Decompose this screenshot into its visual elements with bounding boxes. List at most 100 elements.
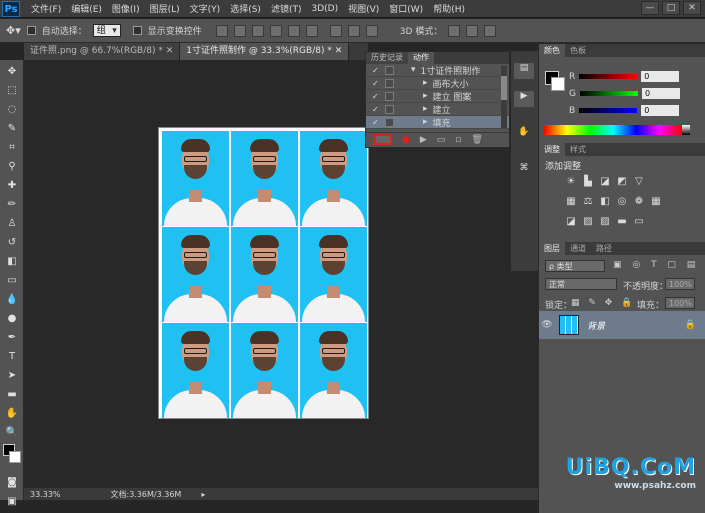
menu-layer[interactable]: 图层(L) [145,2,185,15]
new-set-icon[interactable]: ▭ [437,135,446,145]
pen-tool-icon[interactable]: ✒ [2,329,22,345]
channel-mixer-icon[interactable]: ❁ [633,196,645,208]
path-select-icon[interactable]: ➤ [2,367,22,383]
dialog-toggle[interactable] [385,65,394,75]
align-right-icon[interactable] [305,24,318,37]
expand-icon[interactable]: ▾ [411,65,416,75]
expand-icon[interactable]: ▸ [423,91,428,101]
fill-input[interactable]: 100% [665,297,695,309]
layer-kind-filter[interactable]: ρ 类型 [545,260,605,272]
dialog-toggle[interactable] [385,91,394,101]
align-bottom-icon[interactable] [251,24,264,37]
distribute-icon[interactable] [329,24,342,37]
menu-image[interactable]: 图像(I) [107,2,145,15]
eye-icon[interactable]: 👁 [539,320,555,330]
tab-paths[interactable]: 路径 [591,242,617,255]
lasso-tool-icon[interactable]: ◌ [2,101,22,117]
expand-icon[interactable]: ▸ [423,78,428,88]
gradient-icon[interactable]: ▭ [2,272,22,288]
distribute-3-icon[interactable] [365,24,378,37]
selective-color-icon[interactable]: ▬ [616,216,628,228]
status-arrow-icon[interactable]: ▸ [201,490,205,499]
b-slider[interactable] [579,108,638,113]
marquee-tool-icon[interactable]: ⬚ [2,82,22,98]
3d-rotate-icon[interactable] [448,24,461,37]
align-middle-icon[interactable] [233,24,246,37]
tab-history[interactable]: 历史记录 [366,52,408,64]
r-slider[interactable] [579,74,638,79]
blur-tool-icon[interactable]: 💧 [2,291,22,307]
opacity-input[interactable]: 100% [665,278,695,290]
check-icon[interactable]: ✓ [372,66,380,75]
tab-channels[interactable]: 通道 [565,242,591,255]
r-value[interactable]: 0 [641,71,680,82]
tab-color[interactable]: 颜色 [539,44,565,57]
brightness-icon[interactable]: ☀ [565,176,577,188]
blend-mode-dropdown[interactable]: 正常 [545,278,617,290]
history-brush-icon[interactable]: ↺ [2,234,22,250]
color-balance-icon[interactable]: ⚖ [582,196,594,208]
menu-edit[interactable]: 编辑(E) [66,2,107,15]
brush-tool-icon[interactable]: ✏ [2,196,22,212]
clone-stamp-icon[interactable]: ♙ [2,215,22,231]
auto-select-dropdown[interactable]: 组 [92,24,121,37]
healing-brush-icon[interactable]: ✚ [2,177,22,193]
document-canvas[interactable] [158,127,369,419]
quick-select-icon[interactable]: ✎ [2,120,22,136]
properties-dock-icon[interactable]: ⌘ [514,163,534,179]
align-center-icon[interactable] [287,24,300,37]
layer-row-background[interactable]: 👁 背景 🔒 [539,311,705,339]
menu-select[interactable]: 选择(S) [225,2,266,15]
close-button[interactable]: ✕ [683,1,701,15]
action-row[interactable]: ✓ ▸ 建立 [366,103,509,116]
delete-icon[interactable]: 🗑 [471,135,482,145]
stop-recording-icon[interactable] [374,134,392,145]
move-tool-icon[interactable]: ✥ [2,63,22,79]
check-icon[interactable]: ✓ [372,79,380,88]
menu-filter[interactable]: 滤镜(T) [266,2,307,15]
distribute-2-icon[interactable] [347,24,360,37]
tab-1inch-photo[interactable]: 1寸证件照制作 @ 33.3%(RGB/8) * ✕ [180,43,350,60]
menu-window[interactable]: 窗口(W) [384,2,428,15]
action-row[interactable]: ✓ ▸ 画布大小 [366,77,509,90]
dodge-tool-icon[interactable]: ● [2,310,22,326]
panel-scrollbar[interactable] [501,66,507,128]
3d-pan-icon[interactable] [484,24,497,37]
white-black-ramp[interactable] [682,125,690,135]
action-set-row[interactable]: ✓ ▾ 1寸证件照制作 [366,64,509,77]
check-icon[interactable]: ✓ [372,92,380,101]
lock-icons[interactable]: ▦ ✎ ✥ 🔒 [571,298,635,308]
eyedropper-icon[interactable]: ⚲ [2,158,22,174]
curves-icon[interactable]: ◪ [599,176,611,188]
screen-mode-icon[interactable]: ▣ [2,493,22,509]
auto-select-checkbox[interactable] [26,26,36,35]
tab-adjustments[interactable]: 调整 [539,143,565,156]
action-row[interactable]: ✓ ▸ 建立 图案 [366,90,509,103]
move-tool-icon[interactable]: ✥▾ [6,24,21,37]
invert-icon[interactable]: ◪ [565,216,577,228]
maximize-button[interactable]: □ [662,1,680,15]
3d-roll-icon[interactable] [466,24,479,37]
tab-actions[interactable]: 动作 [408,52,434,64]
dialog-toggle[interactable] [385,104,394,114]
menu-3d[interactable]: 3D(D) [306,4,343,14]
black-white-icon[interactable]: ◧ [599,196,611,208]
show-transform-checkbox[interactable] [132,26,142,35]
vibrance-icon[interactable]: ▽ [633,176,645,188]
menu-type[interactable]: 文字(Y) [185,2,226,15]
layer-thumbnail[interactable] [559,315,579,335]
bg-color-swatch[interactable] [551,77,565,91]
shape-tool-icon[interactable]: ▬ [2,386,22,402]
exposure-icon[interactable]: ◩ [616,176,628,188]
g-value[interactable]: 0 [641,88,680,99]
align-left-icon[interactable] [269,24,282,37]
align-top-icon[interactable] [215,24,228,37]
dialog-toggle[interactable] [385,78,394,88]
levels-icon[interactable]: ▙ [582,176,594,188]
filter-icons[interactable]: ▣ ◎ T ▢ ▤ [613,260,699,270]
photo-filter-icon[interactable]: ◎ [616,196,628,208]
posterize-icon[interactable]: ▨ [582,216,594,228]
type-tool-icon[interactable]: T [2,348,22,364]
layer-name[interactable]: 背景 [587,319,605,332]
expand-icon[interactable]: ▸ [423,117,428,127]
